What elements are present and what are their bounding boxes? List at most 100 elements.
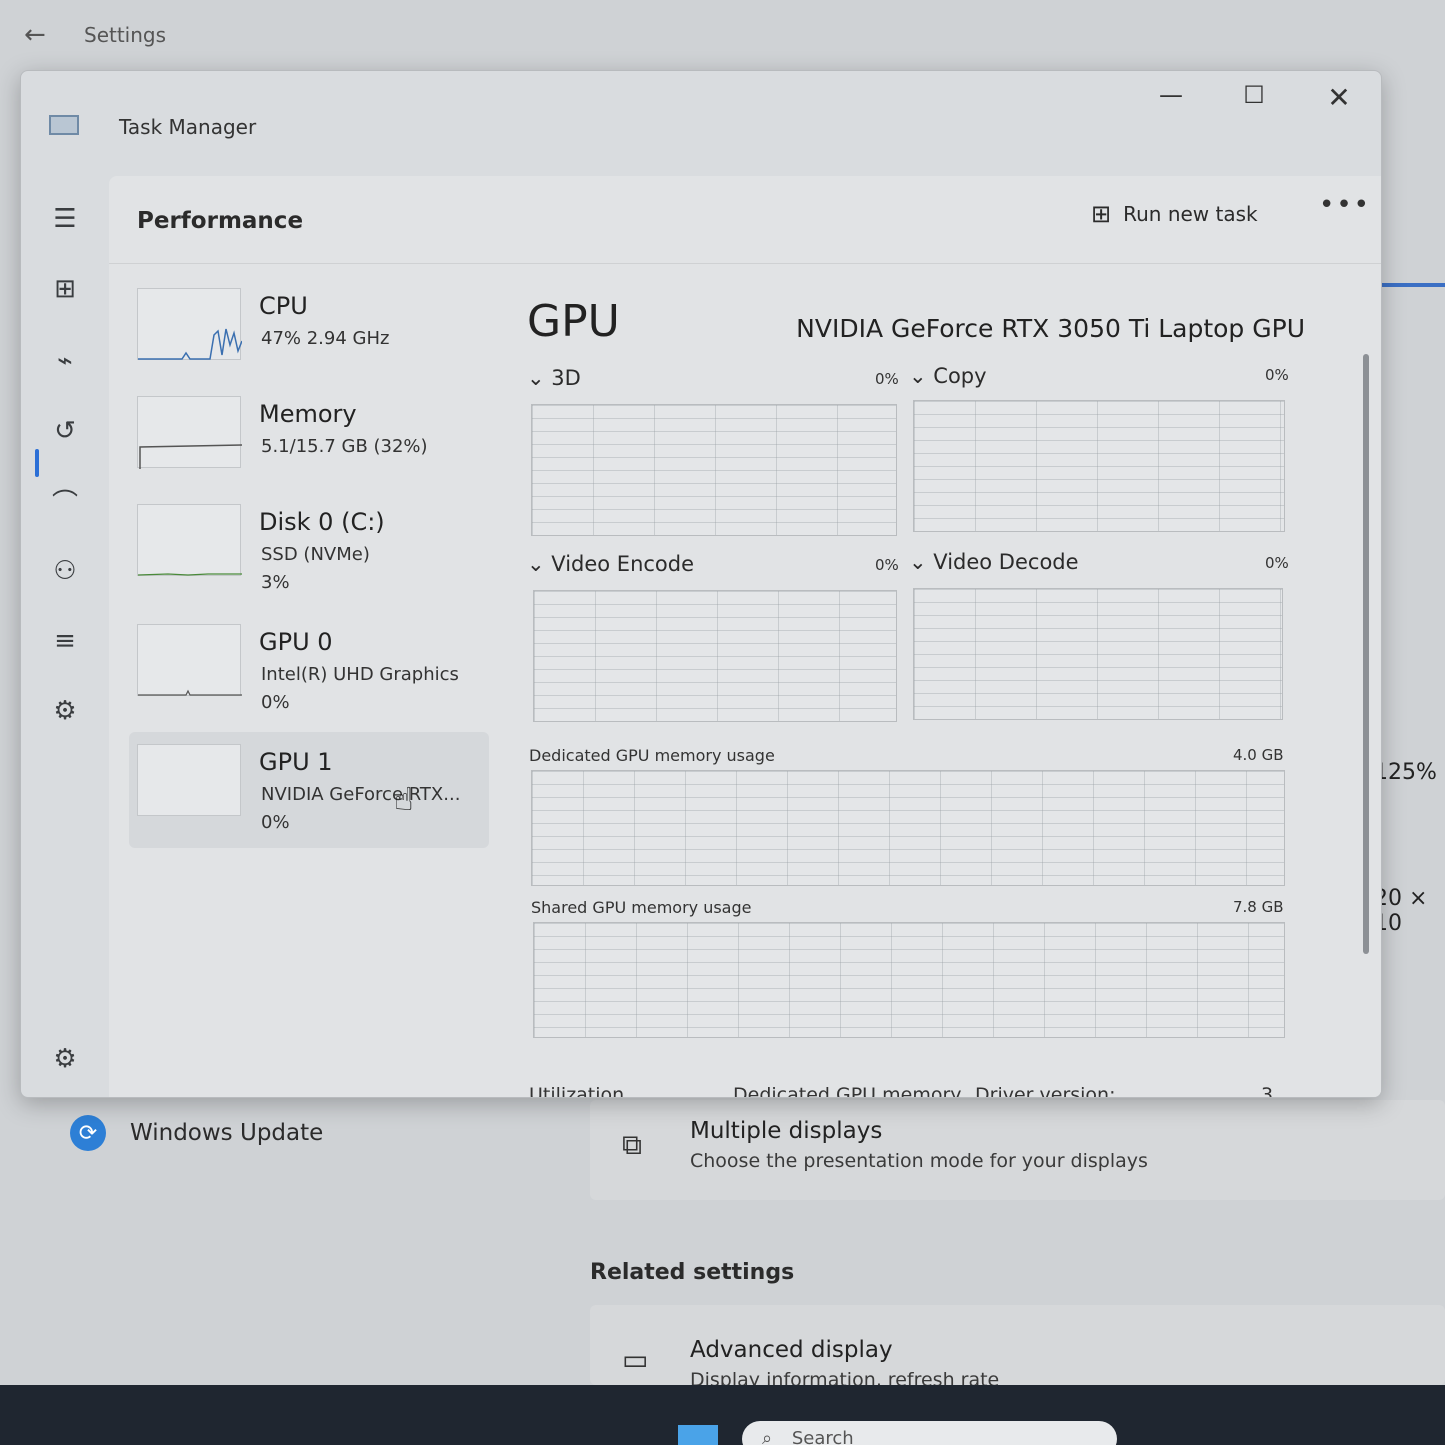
chevron-down-icon: ⌄ — [909, 364, 927, 388]
task-manager-window: Task Manager — ☐ ✕ ☰ ⊞ ⌁ ↺ ⌒ ⚇ ≡ ⚙ ⚙ Per… — [20, 70, 1382, 1098]
engine-video-decode-graph — [913, 588, 1283, 720]
engine-pct: 0% — [1265, 554, 1289, 572]
dedicated-memory-label: Dedicated GPU memory usage — [529, 746, 775, 765]
resource-gpu-1[interactable]: GPU 1 NVIDIA GeForce RTX... 0% — [129, 732, 489, 848]
multiple-displays-icon: ⧉ — [622, 1128, 642, 1161]
resource-cpu[interactable]: CPU 47% 2.94 GHz — [129, 276, 489, 392]
memory-thumbnail-graph — [137, 396, 242, 469]
engine-copy-graph — [913, 400, 1285, 532]
engine-3d-graph — [531, 404, 897, 536]
laptop-icon: ▭ — [622, 1343, 649, 1376]
settings-titlebar: ← Settings — [0, 0, 1445, 70]
details-icon[interactable]: ≡ — [41, 621, 89, 661]
gpu-title: GPU — [527, 296, 620, 347]
hand-cursor-icon: ☝ — [394, 780, 414, 818]
engine-video-encode-dropdown[interactable]: ⌄ Video Encode — [527, 552, 694, 576]
engine-label: Video Decode — [933, 550, 1079, 574]
engine-copy-dropdown[interactable]: ⌄ Copy — [909, 364, 987, 388]
multiple-displays-title: Multiple displays — [690, 1118, 883, 1144]
chevron-down-icon: ⌄ — [909, 550, 927, 574]
selection-indicator — [1382, 283, 1445, 287]
task-manager-title: Task Manager — [119, 115, 257, 139]
resource-detail: 5.1/15.7 GB (32%) — [261, 436, 428, 457]
engine-pct: 0% — [1265, 366, 1289, 384]
start-button[interactable] — [678, 1425, 718, 1445]
resource-usage: 0% — [261, 812, 290, 833]
resource-detail: Intel(R) UHD Graphics — [261, 664, 459, 685]
engine-video-decode-dropdown[interactable]: ⌄ Video Decode — [909, 550, 1079, 574]
performance-icon[interactable]: ⌁ — [41, 341, 89, 381]
driver-version-label: Driver version: — [975, 1084, 1116, 1098]
page-header: Performance ⊞ Run new task ••• — [109, 176, 1381, 264]
taskbar: ⌕ Search — [0, 1385, 1445, 1445]
resolution-value[interactable]: 20 × 10 — [1374, 886, 1445, 936]
windows-update-icon: ⟳ — [70, 1115, 106, 1151]
resource-memory[interactable]: Memory 5.1/15.7 GB (32%) — [129, 384, 489, 500]
engine-pct: 0% — [875, 556, 899, 574]
advanced-display-title: Advanced display — [690, 1337, 893, 1363]
engine-video-encode-graph — [533, 590, 897, 722]
related-settings-heading: Related settings — [590, 1260, 795, 1285]
engine-label: 3D — [551, 366, 581, 390]
resource-detail: SSD (NVMe) — [261, 544, 370, 565]
run-new-task-button[interactable]: ⊞ Run new task — [1091, 194, 1258, 234]
nav-active-indicator — [35, 449, 39, 477]
menu-icon[interactable]: ☰ — [41, 199, 89, 239]
disk-thumbnail-graph — [137, 504, 242, 576]
chevron-down-icon: ⌄ — [527, 552, 545, 576]
page-title: Performance — [137, 208, 304, 234]
maximize-button[interactable]: ☐ — [1229, 81, 1279, 109]
resource-name: Disk 0 (C:) — [259, 508, 385, 536]
multiple-displays-card[interactable]: ⧉ Multiple displays Choose the presentat… — [590, 1100, 1445, 1200]
users-icon[interactable]: ⚇ — [41, 551, 89, 591]
scale-value[interactable]: 125% ( — [1374, 760, 1445, 810]
resource-disk[interactable]: Disk 0 (C:) SSD (NVMe) 3% — [129, 492, 489, 608]
startup-apps-icon[interactable]: ⌒ — [41, 481, 89, 521]
engine-3d-dropdown[interactable]: ⌄ 3D — [527, 366, 581, 390]
resource-detail: 47% 2.94 GHz — [261, 328, 390, 349]
task-manager-titlebar[interactable]: Task Manager — ☐ ✕ — [21, 71, 1381, 171]
shared-memory-graph — [533, 922, 1285, 1038]
taskbar-search[interactable]: ⌕ Search — [742, 1421, 1117, 1445]
settings-title: Settings — [84, 23, 167, 47]
resource-name: GPU 0 — [259, 628, 333, 656]
run-task-icon: ⊞ — [1091, 200, 1112, 228]
advanced-display-subtitle: Display information, refresh rate — [690, 1369, 1000, 1385]
task-manager-app-icon — [49, 115, 79, 135]
processes-icon[interactable]: ⊞ — [41, 269, 89, 309]
task-manager-nav: ☰ ⊞ ⌁ ↺ ⌒ ⚇ ≡ ⚙ ⚙ — [21, 171, 109, 1097]
advanced-display-card[interactable]: ▭ Advanced display Display information, … — [590, 1305, 1445, 1385]
resource-name: CPU — [259, 292, 308, 320]
services-icon[interactable]: ⚙ — [41, 691, 89, 731]
shared-memory-max: 7.8 GB — [1233, 898, 1284, 916]
settings-icon[interactable]: ⚙ — [41, 1039, 89, 1079]
driver-version-value: 3... — [1261, 1084, 1292, 1098]
gpu1-thumbnail-graph — [137, 744, 241, 816]
gpu-detail-pane: GPU NVIDIA GeForce RTX 3050 Ti Laptop GP… — [519, 276, 1339, 1098]
resource-gpu-0[interactable]: GPU 0 Intel(R) UHD Graphics 0% — [129, 612, 489, 728]
minimize-button[interactable]: — — [1146, 81, 1196, 109]
close-button[interactable]: ✕ — [1314, 81, 1364, 114]
nav-windows-update[interactable]: ⟳ Windows Update — [70, 1115, 323, 1151]
scrollbar[interactable] — [1363, 354, 1369, 954]
resource-name: Memory — [259, 400, 357, 428]
app-history-icon[interactable]: ↺ — [41, 411, 89, 451]
more-options-icon[interactable]: ••• — [1319, 190, 1371, 220]
shared-memory-label: Shared GPU memory usage — [531, 898, 752, 917]
chevron-down-icon: ⌄ — [527, 366, 545, 390]
dedicated-memory-graph — [531, 770, 1285, 886]
windows-update-label: Windows Update — [130, 1120, 324, 1146]
run-new-task-label: Run new task — [1123, 202, 1258, 226]
back-arrow-icon[interactable]: ← — [24, 20, 74, 50]
cpu-thumbnail-graph — [137, 288, 242, 360]
gpu0-thumbnail-graph — [137, 624, 242, 696]
resource-detail: NVIDIA GeForce RTX... — [261, 784, 461, 805]
engine-pct: 0% — [875, 370, 899, 388]
engine-label: Copy — [933, 364, 987, 388]
resource-usage: 3% — [261, 572, 290, 593]
dedicated-memory-max: 4.0 GB — [1233, 746, 1284, 764]
dedicated-gpu-memory-label: Dedicated GPU memory — [733, 1084, 962, 1098]
engine-label: Video Encode — [551, 552, 695, 576]
resource-name: GPU 1 — [259, 748, 333, 776]
multiple-displays-subtitle: Choose the presentation mode for your di… — [690, 1150, 1148, 1172]
